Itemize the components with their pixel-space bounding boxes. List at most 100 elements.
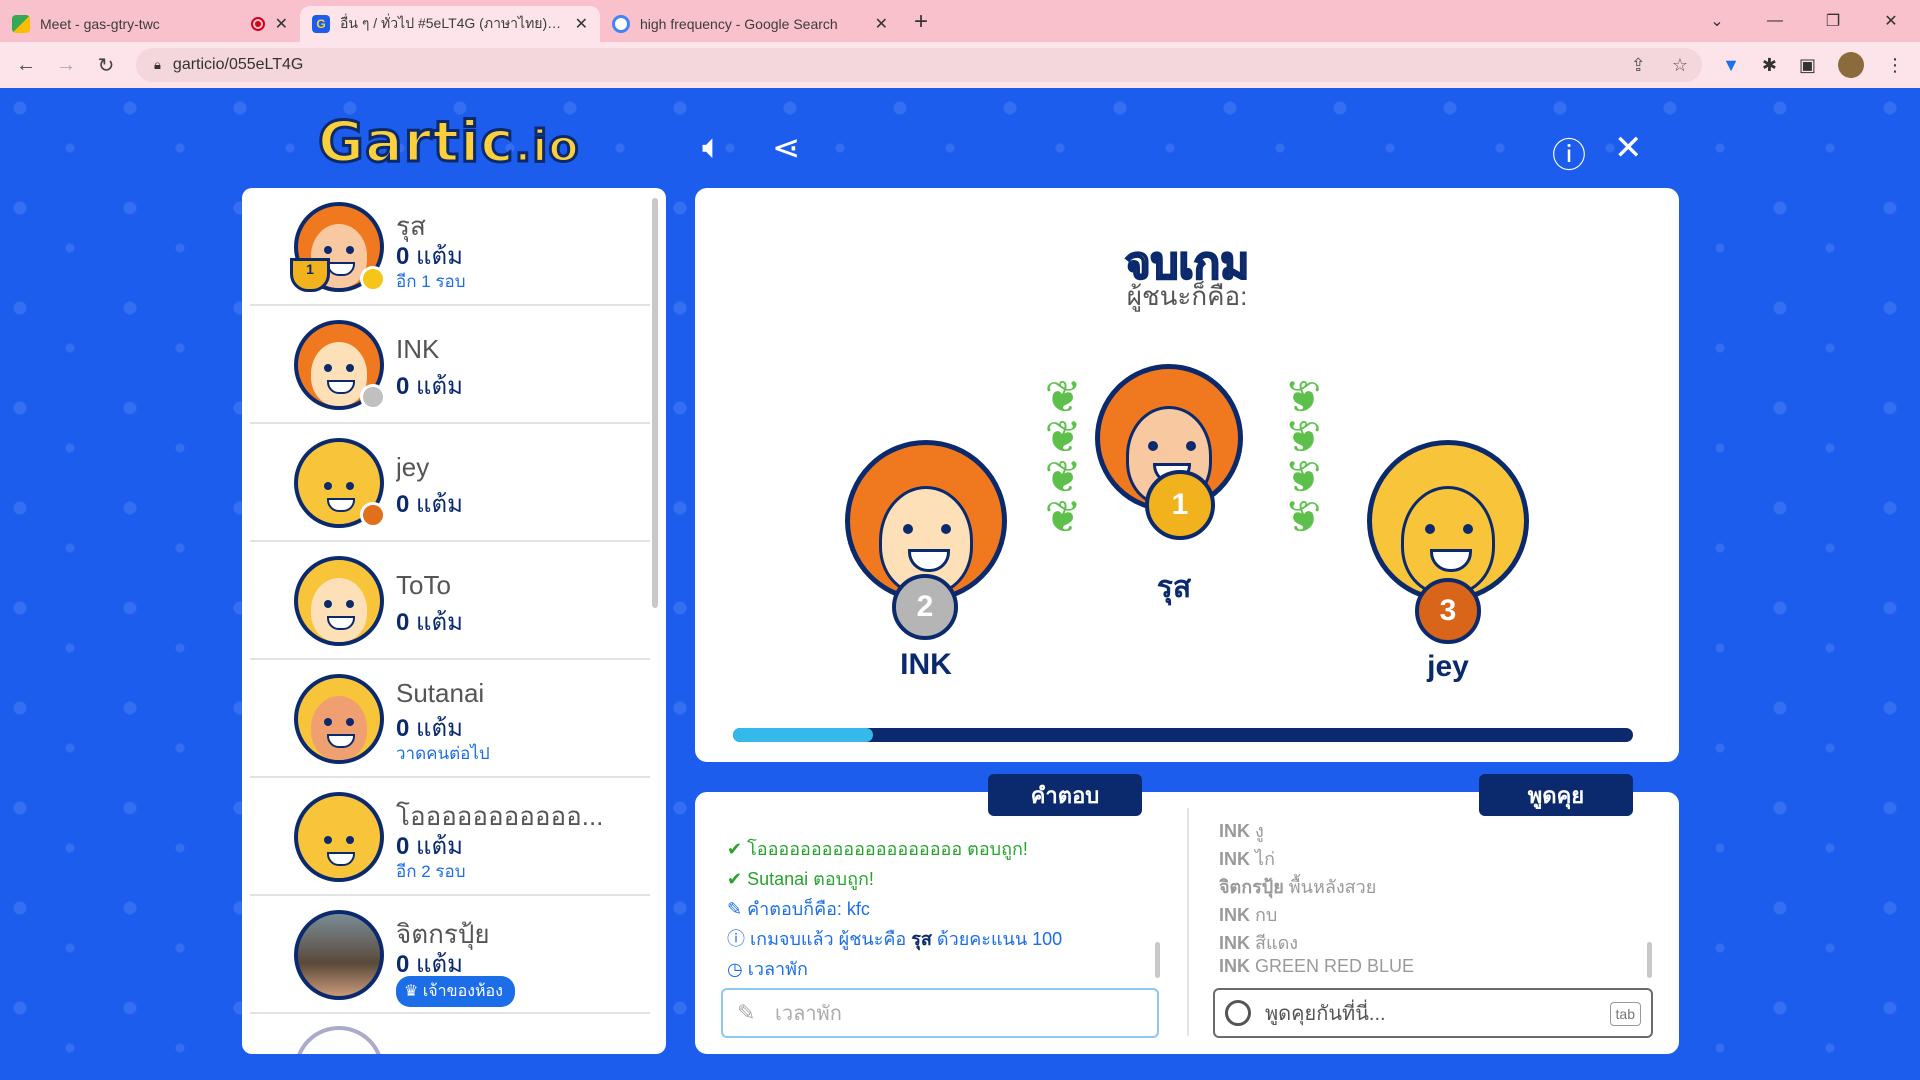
chat-message: INK ไก่: [1219, 849, 1275, 869]
tab-search-icon[interactable]: ⌄: [1688, 11, 1746, 31]
gartic-logo: Gartic.io: [317, 109, 581, 177]
info-icon: ⓘ: [727, 929, 745, 949]
avatar: [294, 556, 384, 646]
silver-medal-icon: 2: [892, 574, 958, 640]
chat-message: INK งู: [1219, 821, 1264, 841]
chat-message: จิตกรปุ้ย พื้นหลังสวย: [1219, 877, 1377, 897]
puzzle-icon[interactable]: ✱: [1762, 55, 1777, 76]
close-tab-icon[interactable]: ✕: [275, 14, 288, 34]
clock-icon: ◷: [727, 959, 743, 979]
status-dot: [360, 384, 386, 410]
check-icon: ✔: [727, 839, 743, 859]
progress-fill: [733, 728, 873, 742]
recording-icon: [250, 17, 265, 31]
player-score: 0 แต้ม: [396, 609, 463, 636]
check-icon: ✔: [727, 869, 743, 889]
laurel-left-icon: ❦ ❦ ❦ ❦: [1044, 373, 1082, 542]
game-area: Gartic.io 🔈︎ ⋖ ⓘ ✕ 1 รุส 0 แต้ม อีก 1 รอ…: [0, 88, 1920, 1080]
laurel-right-icon: ❦ ❦ ❦ ❦: [1284, 373, 1322, 542]
tab-title: Meet - gas-gtry-twc: [40, 16, 160, 32]
pencil-icon: ✎: [737, 1000, 756, 1025]
player-score: 0 แต้ม: [396, 373, 463, 400]
player-row[interactable]: โอออออออออออ... 0 แต้ม อีก 2 รอบ: [250, 778, 650, 896]
close-tab-icon[interactable]: ✕: [575, 14, 588, 34]
lock-icon: 🔒︎: [154, 57, 161, 72]
close-window-button[interactable]: ✕: [1862, 11, 1920, 31]
player-list-scrollbar[interactable]: [652, 198, 658, 608]
meet-favicon-icon: [12, 15, 30, 33]
round-progress-bar: [733, 728, 1633, 742]
answers-scrollbar[interactable]: [1155, 942, 1160, 978]
url-text: garticio/055eLT4G: [172, 56, 304, 73]
chat-message: INK กบ: [1219, 905, 1278, 925]
player-row[interactable]: INK 0 แต้ม: [250, 306, 650, 424]
gartic-favicon-icon: G: [312, 15, 330, 33]
player-row[interactable]: จิตกรปุ้ย 0 แต้ม ♛ เจ้าของห้อง: [250, 896, 650, 1014]
winner-name-second: INK: [900, 648, 952, 681]
player-row[interactable]: ToTo 0 แต้ม: [250, 542, 650, 660]
gold-medal-icon: 1: [1145, 470, 1215, 540]
avatar: [294, 792, 384, 882]
player-row[interactable]: 1 รุส 0 แต้ม อีก 1 รอบ: [250, 188, 650, 306]
extensions-area: ▼ ✱ ▣ ⋮: [1722, 42, 1904, 88]
avatar-photo: [294, 910, 384, 1000]
answers-header: คำตอบ: [988, 774, 1142, 816]
answer-message: ⓘ เกมจบแล้ว ผู้ชนะคือ รุส ด้วยคะแนน 100: [727, 929, 1063, 949]
avatar: [294, 1026, 384, 1054]
answer-message: ✔ โอออออออออออออออออออ ตอบถูก!: [727, 839, 1028, 859]
restore-button[interactable]: ❐: [1804, 11, 1862, 31]
tab-meet[interactable]: Meet - gas-gtry-twc ✕: [0, 6, 300, 42]
bronze-medal-icon: 3: [1415, 578, 1481, 644]
close-icon[interactable]: ✕: [1614, 128, 1643, 168]
forward-arrow-icon[interactable]: →: [46, 54, 86, 77]
extension-icon[interactable]: ▼: [1722, 55, 1740, 76]
minimize-button[interactable]: —: [1746, 12, 1804, 30]
chat-scrollbar[interactable]: [1647, 942, 1652, 978]
player-name: jey: [396, 452, 430, 482]
pencil-icon: ✎: [727, 899, 743, 919]
status-dot: [360, 266, 386, 292]
sound-icon[interactable]: 🔈︎: [702, 128, 722, 167]
avatar: [294, 674, 384, 764]
profile-avatar[interactable]: [1838, 52, 1864, 78]
reload-icon[interactable]: ↻: [86, 53, 126, 78]
share-icon[interactable]: ⋖: [772, 128, 801, 168]
player-row[interactable]: Sutanai 0 แต้ม วาดคนต่อไป: [250, 660, 650, 778]
status-dot: [360, 502, 386, 528]
bookmark-star-icon[interactable]: ☆: [1672, 55, 1688, 76]
tab-gartic[interactable]: G อื่น ๆ / ทั่วไป #5eLT4G (ภาษาไทย) - Ga…: [300, 6, 600, 42]
tab-strip: Meet - gas-gtry-twc ✕ G อื่น ๆ / ทั่วไป …: [0, 0, 1920, 42]
google-favicon-icon: [612, 15, 630, 33]
tab-key-hint: tab: [1609, 1002, 1641, 1026]
close-tab-icon[interactable]: ✕: [875, 14, 888, 34]
player-row[interactable]: jey 0 แต้ม: [250, 424, 650, 542]
player-name: INK: [396, 334, 440, 364]
share-icon[interactable]: ⇪: [1631, 55, 1646, 76]
window-controls: ⌄ — ❐ ✕: [1688, 0, 1920, 42]
winner-name-first: รุส: [1156, 571, 1192, 604]
side-panel-icon[interactable]: ▣: [1799, 55, 1816, 76]
player-status: อีก 1 รอบ: [396, 272, 466, 291]
new-tab-button[interactable]: +: [914, 8, 928, 36]
trophy-icon: 1: [290, 258, 330, 292]
player-status: วาดคนต่อไป: [396, 744, 490, 763]
results-panel: จบเกม ผู้ชนะก็คือ: ❦ ❦ ❦ ❦ ❦ ❦ ❦ ❦ 1 รุส 2 INK…: [695, 188, 1679, 762]
toolbar: ← → ↻ 🔒︎ garticio/055eLT4G ⇪ ☆ ▼ ✱ ▣ ⋮: [0, 42, 1920, 88]
chat-bubble-icon: [1225, 1000, 1251, 1026]
answer-message: ◷ เวลาพัก: [727, 959, 808, 979]
winner-subtitle: ผู้ชนะก็คือ:: [1126, 281, 1248, 311]
answer-message: ✎ คำตอบก็คือ: kfc: [727, 899, 870, 919]
host-badge: ♛ เจ้าของห้อง: [396, 976, 515, 1007]
address-bar[interactable]: 🔒︎ garticio/055eLT4G ⇪ ☆: [136, 48, 1702, 82]
back-arrow-icon[interactable]: ←: [6, 54, 46, 77]
tab-title: อื่น ๆ / ทั่วไป #5eLT4G (ภาษาไทย) - Gart…: [340, 15, 565, 31]
tab-google-search[interactable]: high frequency - Google Search ✕: [600, 6, 900, 42]
info-icon[interactable]: ⓘ: [1552, 128, 1586, 177]
chat-header: พูดคุย: [1479, 774, 1633, 816]
chat-message: INK สีแดง: [1219, 933, 1299, 953]
chat-input[interactable]: พูดคุยกันที่นี่... tab: [1213, 988, 1653, 1038]
chat-message: INK GREEN RED BLUE: [1219, 956, 1415, 976]
more-menu-icon[interactable]: ⋮: [1886, 55, 1904, 76]
answer-input[interactable]: ✎ เวลาพัก: [721, 988, 1159, 1038]
player-name: ToTo: [396, 570, 451, 600]
